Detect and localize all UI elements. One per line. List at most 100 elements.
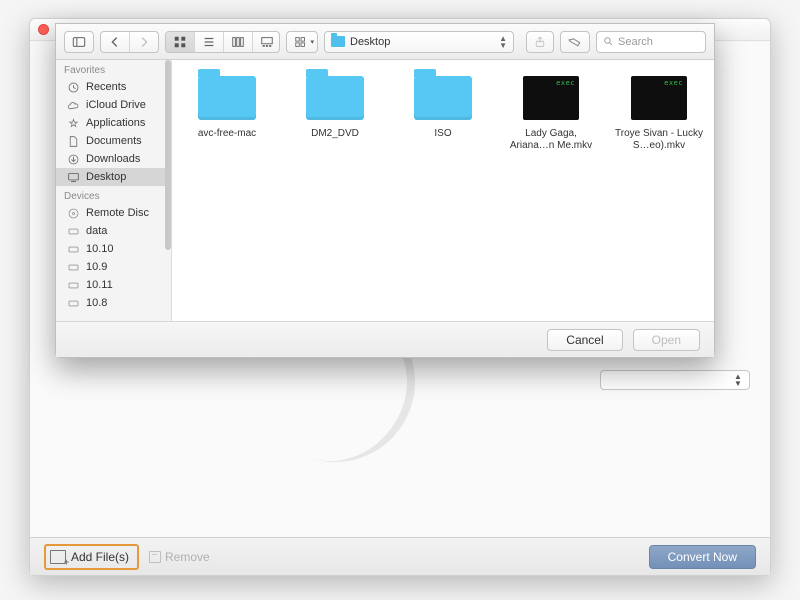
forward-button[interactable] <box>130 32 158 52</box>
finder-body: Favorites Recents iCloud Drive Applicati… <box>56 60 714 321</box>
chevron-right-icon <box>137 35 151 49</box>
scrollbar[interactable] <box>165 60 171 250</box>
recents-icon <box>66 81 80 93</box>
sidebar-item-label: iCloud Drive <box>86 99 146 111</box>
file-label: avc-free-mac <box>182 128 272 140</box>
convert-now-button[interactable]: Convert Now <box>649 545 756 569</box>
disc-icon <box>66 207 80 219</box>
folder-icon <box>331 36 345 47</box>
chevron-down-icon: ▾ <box>310 38 314 46</box>
sidebar-item-recents[interactable]: Recents <box>56 78 171 96</box>
search-input[interactable]: Search <box>596 31 706 53</box>
back-button[interactable] <box>101 32 130 52</box>
sidebar-item-label: 10.10 <box>86 243 114 255</box>
file-item[interactable]: ISO <box>398 72 488 140</box>
cloud-icon <box>66 99 80 111</box>
file-item[interactable]: exec Lady Gaga, Ariana…n Me.mkv <box>506 72 596 152</box>
file-item[interactable]: exec Troye Sivan - Lucky S…eo).mkv <box>614 72 704 152</box>
list-icon <box>202 35 216 49</box>
folder-icon <box>198 76 256 120</box>
add-files-label: Add File(s) <box>71 550 129 564</box>
remove-icon <box>149 551 161 563</box>
sidebar-item-volume-1011[interactable]: 10.11 <box>56 276 171 294</box>
dialog-footer: Cancel Open <box>56 321 714 357</box>
search-placeholder: Search <box>618 36 653 48</box>
view-icons-button[interactable] <box>166 32 195 52</box>
sidebar-item-label: Downloads <box>86 153 140 165</box>
sidebar-heading-devices: Devices <box>56 186 171 204</box>
search-icon <box>603 36 614 47</box>
remove-button[interactable]: Remove <box>149 550 210 564</box>
tags-button[interactable] <box>560 31 590 53</box>
file-label: Troye Sivan - Lucky S…eo).mkv <box>614 128 704 152</box>
file-label: ISO <box>398 128 488 140</box>
applications-icon <box>66 117 80 129</box>
group-by-button[interactable]: ▾ <box>286 31 318 53</box>
sidebar-item-desktop[interactable]: Desktop <box>56 168 171 186</box>
columns-icon <box>231 35 245 49</box>
sidebar-item-volume-1010[interactable]: 10.10 <box>56 240 171 258</box>
add-files-button[interactable]: Add File(s) <box>44 544 139 570</box>
finder-sidebar: Favorites Recents iCloud Drive Applicati… <box>56 60 172 321</box>
drive-icon <box>66 225 80 237</box>
sidebar-item-label: Applications <box>86 117 145 129</box>
add-file-icon <box>50 550 66 564</box>
cancel-button[interactable]: Cancel <box>547 329 622 351</box>
downloads-icon <box>66 153 80 165</box>
file-label: Lady Gaga, Ariana…n Me.mkv <box>506 128 596 152</box>
close-window-button[interactable] <box>38 24 49 35</box>
stepper-icon: ▲▼ <box>731 373 745 387</box>
share-icon <box>534 36 546 48</box>
sidebar-item-volume-109[interactable]: 10.9 <box>56 258 171 276</box>
desktop-icon <box>66 171 80 183</box>
sidebar-item-remote-disc[interactable]: Remote Disc <box>56 204 171 222</box>
share-button[interactable] <box>526 31 554 53</box>
sidebar-heading-favorites: Favorites <box>56 60 171 78</box>
finder-toolbar: ▾ Desktop ▲▼ Search <box>56 24 714 60</box>
drive-icon <box>66 297 80 309</box>
chevron-left-icon <box>108 35 122 49</box>
sidebar-item-label: Documents <box>86 135 142 147</box>
video-thumbnail: exec <box>523 76 579 120</box>
file-item[interactable]: avc-free-mac <box>182 72 272 140</box>
sidebar-item-label: Recents <box>86 81 126 93</box>
drive-icon <box>66 243 80 255</box>
folder-icon <box>306 76 364 120</box>
open-file-dialog: ▾ Desktop ▲▼ Search Favorites Recents <box>55 23 715 358</box>
view-columns-button[interactable] <box>224 32 253 52</box>
up-down-icon: ▲▼ <box>499 35 507 49</box>
sidebar-item-data[interactable]: data <box>56 222 171 240</box>
file-grid: avc-free-mac DM2_DVD ISO exec Lady Gaga,… <box>172 60 714 321</box>
sidebar-item-volume-108[interactable]: 10.8 <box>56 294 171 312</box>
sidebar-item-label: Desktop <box>86 171 126 183</box>
tag-icon <box>568 35 582 49</box>
view-mode-segment <box>165 31 281 53</box>
video-thumbnail: exec <box>631 76 687 120</box>
sidebar-item-label: data <box>86 225 107 237</box>
output-format-selector[interactable]: ▲▼ <box>600 370 750 390</box>
remove-label: Remove <box>165 550 210 564</box>
sidebar-item-icloud[interactable]: iCloud Drive <box>56 96 171 114</box>
sidebar-item-documents[interactable]: Documents <box>56 132 171 150</box>
document-icon <box>66 135 80 147</box>
sidebar-item-label: 10.9 <box>86 261 107 273</box>
location-popup[interactable]: Desktop ▲▼ <box>324 31 514 53</box>
view-gallery-button[interactable] <box>253 32 281 52</box>
sidebar-item-label: Remote Disc <box>86 207 149 219</box>
sidebar-icon <box>72 35 86 49</box>
sidebar-item-downloads[interactable]: Downloads <box>56 150 171 168</box>
folder-icon <box>414 76 472 120</box>
drive-icon <box>66 279 80 291</box>
sidebar-item-applications[interactable]: Applications <box>56 114 171 132</box>
app-bottom-toolbar: Add File(s) Remove Convert Now <box>30 537 770 575</box>
sidebar-item-label: 10.8 <box>86 297 107 309</box>
nav-back-forward <box>100 31 159 53</box>
group-icon <box>294 35 308 49</box>
view-list-button[interactable] <box>195 32 224 52</box>
gallery-icon <box>260 35 274 49</box>
file-item[interactable]: DM2_DVD <box>290 72 380 140</box>
sidebar-toggle-button[interactable] <box>64 31 94 53</box>
file-label: DM2_DVD <box>290 128 380 140</box>
open-button[interactable]: Open <box>633 329 700 351</box>
grid-icon <box>173 35 187 49</box>
